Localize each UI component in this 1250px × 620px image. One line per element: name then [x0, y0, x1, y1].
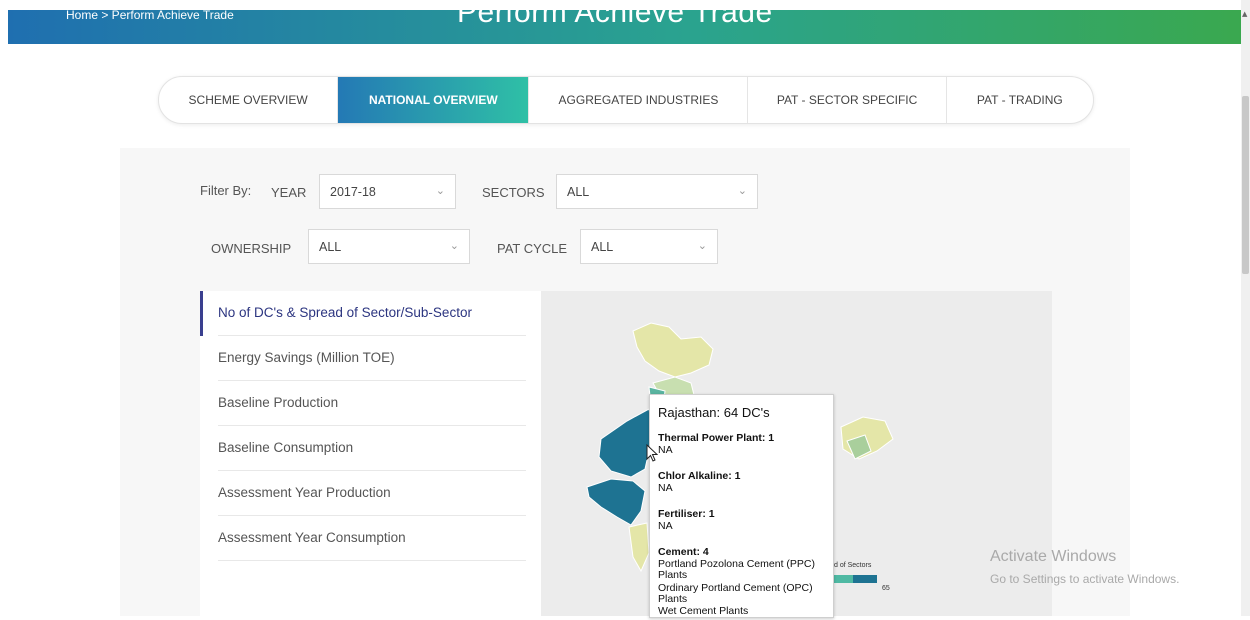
filter-by-label: Filter By: — [200, 183, 252, 198]
page-title: Perform Achieve Trade — [457, 10, 773, 29]
activate-windows-title: Activate Windows — [990, 548, 1117, 565]
legend-label: d of Sectors — [834, 562, 872, 569]
map-region-rajasthan — [598, 408, 654, 478]
chevron-down-icon: ⌄ — [449, 240, 459, 252]
vertical-scrollbar[interactable]: ▲ — [1241, 0, 1250, 616]
tooltip-line: Thermal Power Plant: 1 — [658, 432, 775, 444]
chevron-down-icon: ⌄ — [697, 240, 707, 252]
ownership-select-value: ALL — [319, 240, 342, 254]
state-tooltip: Rajasthan: 64 DC's Thermal Power Plant: … — [649, 394, 834, 618]
sectors-select-value: ALL — [567, 185, 590, 199]
tab-pat-trading[interactable]: PAT - TRADING — [947, 77, 1093, 123]
activate-windows-subtitle: Go to Settings to activate Windows. — [990, 572, 1180, 586]
tooltip-title: Rajasthan: 64 DC's — [658, 405, 770, 420]
pat-cycle-label: PAT CYCLE — [497, 241, 568, 256]
page-banner: Home > Perform Achieve Trade Perform Ach… — [8, 10, 1242, 44]
tooltip-line: NA — [658, 444, 673, 456]
breadcrumb[interactable]: Home > Perform Achieve Trade — [66, 10, 234, 22]
year-select-value: 2017-18 — [330, 185, 376, 199]
tab-national-overview[interactable]: NATIONAL OVERVIEW — [338, 77, 530, 123]
tooltip-line: Plants — [658, 593, 688, 605]
chevron-down-icon: ⌄ — [435, 185, 445, 197]
map-region-jammu-kashmir — [632, 322, 714, 378]
tooltip-line: Cement: 4 — [658, 546, 709, 558]
tooltip-line: NA — [658, 482, 673, 494]
tooltip-line: NA — [658, 520, 673, 532]
chevron-down-icon: ⌄ — [737, 185, 747, 197]
scroll-up-icon[interactable]: ▲ — [1242, 10, 1247, 18]
scrollbar-thumb[interactable] — [1242, 96, 1249, 274]
metric-menu: No of DC's & Spread of Sector/Sub-Sector… — [200, 291, 541, 616]
tab-pat-sector-specific[interactable]: PAT - SECTOR SPECIFIC — [748, 77, 947, 123]
map-region-gujarat — [586, 478, 646, 526]
legend-bar-dark — [853, 575, 877, 583]
year-label: YEAR — [271, 185, 307, 200]
tooltip-line: Fertiliser: 1 — [658, 508, 715, 520]
active-indicator — [200, 291, 203, 336]
year-select[interactable]: 2017-18 ⌄ — [319, 174, 456, 209]
tab-scheme-overview[interactable]: SCHEME OVERVIEW — [159, 77, 339, 123]
tab-bar: SCHEME OVERVIEW NATIONAL OVERVIEW AGGREG… — [158, 76, 1094, 124]
sectors-label: SECTORS — [482, 185, 545, 200]
tooltip-line: Wet Cement Plants — [658, 605, 749, 617]
ownership-label: OWNERSHIP — [211, 241, 292, 256]
tooltip-line: Chlor Alkaline: 1 — [658, 470, 741, 482]
menu-item-energy-savings[interactable]: Energy Savings (Million TOE) — [218, 336, 526, 381]
mouse-pointer-icon — [646, 444, 658, 462]
map-region-south — [628, 522, 650, 573]
menu-item-baseline-production[interactable]: Baseline Production — [218, 381, 526, 426]
tooltip-line: Plants — [658, 569, 688, 581]
legend-max-value: 65 — [882, 585, 890, 592]
menu-item-assessment-production[interactable]: Assessment Year Production — [218, 471, 526, 516]
ownership-select[interactable]: ALL ⌄ — [308, 229, 470, 264]
pat-cycle-select[interactable]: ALL ⌄ — [580, 229, 718, 264]
menu-item-baseline-consumption[interactable]: Baseline Consumption — [218, 426, 526, 471]
menu-item-dcs-spread[interactable]: No of DC's & Spread of Sector/Sub-Sector — [218, 291, 526, 336]
tab-aggregated-industries[interactable]: AGGREGATED INDUSTRIES — [529, 77, 749, 123]
pat-cycle-select-value: ALL — [591, 240, 614, 254]
legend-bar-light — [831, 575, 853, 583]
sectors-select[interactable]: ALL ⌄ — [556, 174, 758, 209]
menu-item-assessment-consumption[interactable]: Assessment Year Consumption — [218, 516, 526, 561]
